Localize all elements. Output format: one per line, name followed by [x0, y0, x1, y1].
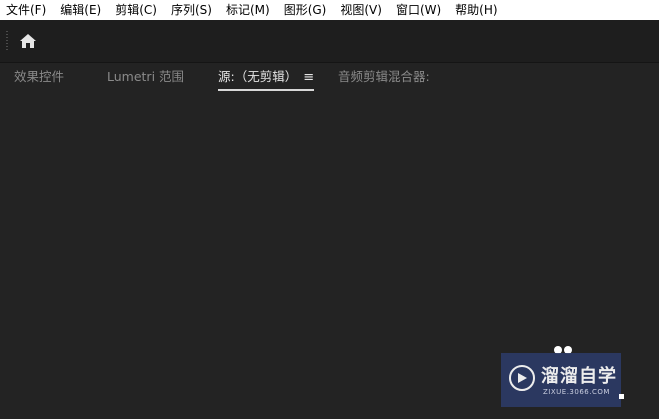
workspace-toolbar — [0, 20, 659, 63]
menu-clip[interactable]: 剪辑(C) — [108, 0, 164, 20]
tab-label: 源:（无剪辑） — [218, 69, 298, 84]
menu-markers[interactable]: 标记(M) — [219, 0, 277, 20]
tab-audio-clip-mixer[interactable]: 音频剪辑混合器: — [338, 69, 430, 89]
menu-graphics[interactable]: 图形(G) — [277, 0, 334, 20]
toolbar-grip-handle[interactable] — [6, 31, 8, 51]
watermark-url: ZIXUE.3066.COM — [543, 388, 610, 396]
menu-bar: 文件(F) 编辑(E) 剪辑(C) 序列(S) 标记(M) 图形(G) 视图(V… — [0, 0, 659, 20]
play-icon — [509, 365, 535, 391]
tab-lumetri-scopes[interactable]: Lumetri 范围 — [107, 69, 184, 89]
menu-view[interactable]: 视图(V) — [333, 0, 389, 20]
menu-file[interactable]: 文件(F) — [0, 0, 53, 20]
menu-window[interactable]: 窗口(W) — [389, 0, 448, 20]
home-icon — [20, 34, 36, 48]
watermark-dot — [619, 394, 624, 399]
tab-effect-controls[interactable]: 效果控件 — [14, 69, 64, 89]
home-button[interactable] — [17, 31, 39, 51]
watermark-title: 溜溜自学 — [541, 366, 617, 387]
tab-label: 效果控件 — [14, 69, 65, 84]
menu-sequence[interactable]: 序列(S) — [164, 0, 219, 20]
tab-label: Lumetri 范围 — [107, 69, 185, 84]
tab-source-monitor[interactable]: 源:（无剪辑） ≡ — [218, 69, 315, 91]
watermark-badge: 溜溜自学 ZIXUE.3066.COM — [501, 353, 621, 407]
tab-label: 音频剪辑混合器: — [338, 69, 430, 84]
menu-edit[interactable]: 编辑(E) — [53, 0, 108, 20]
panel-tabs: 效果控件 Lumetri 范围 源:（无剪辑） ≡ 音频剪辑混合器: — [0, 63, 659, 91]
menu-help[interactable]: 帮助(H) — [448, 0, 504, 20]
panel-menu-icon[interactable]: ≡ — [303, 70, 314, 85]
